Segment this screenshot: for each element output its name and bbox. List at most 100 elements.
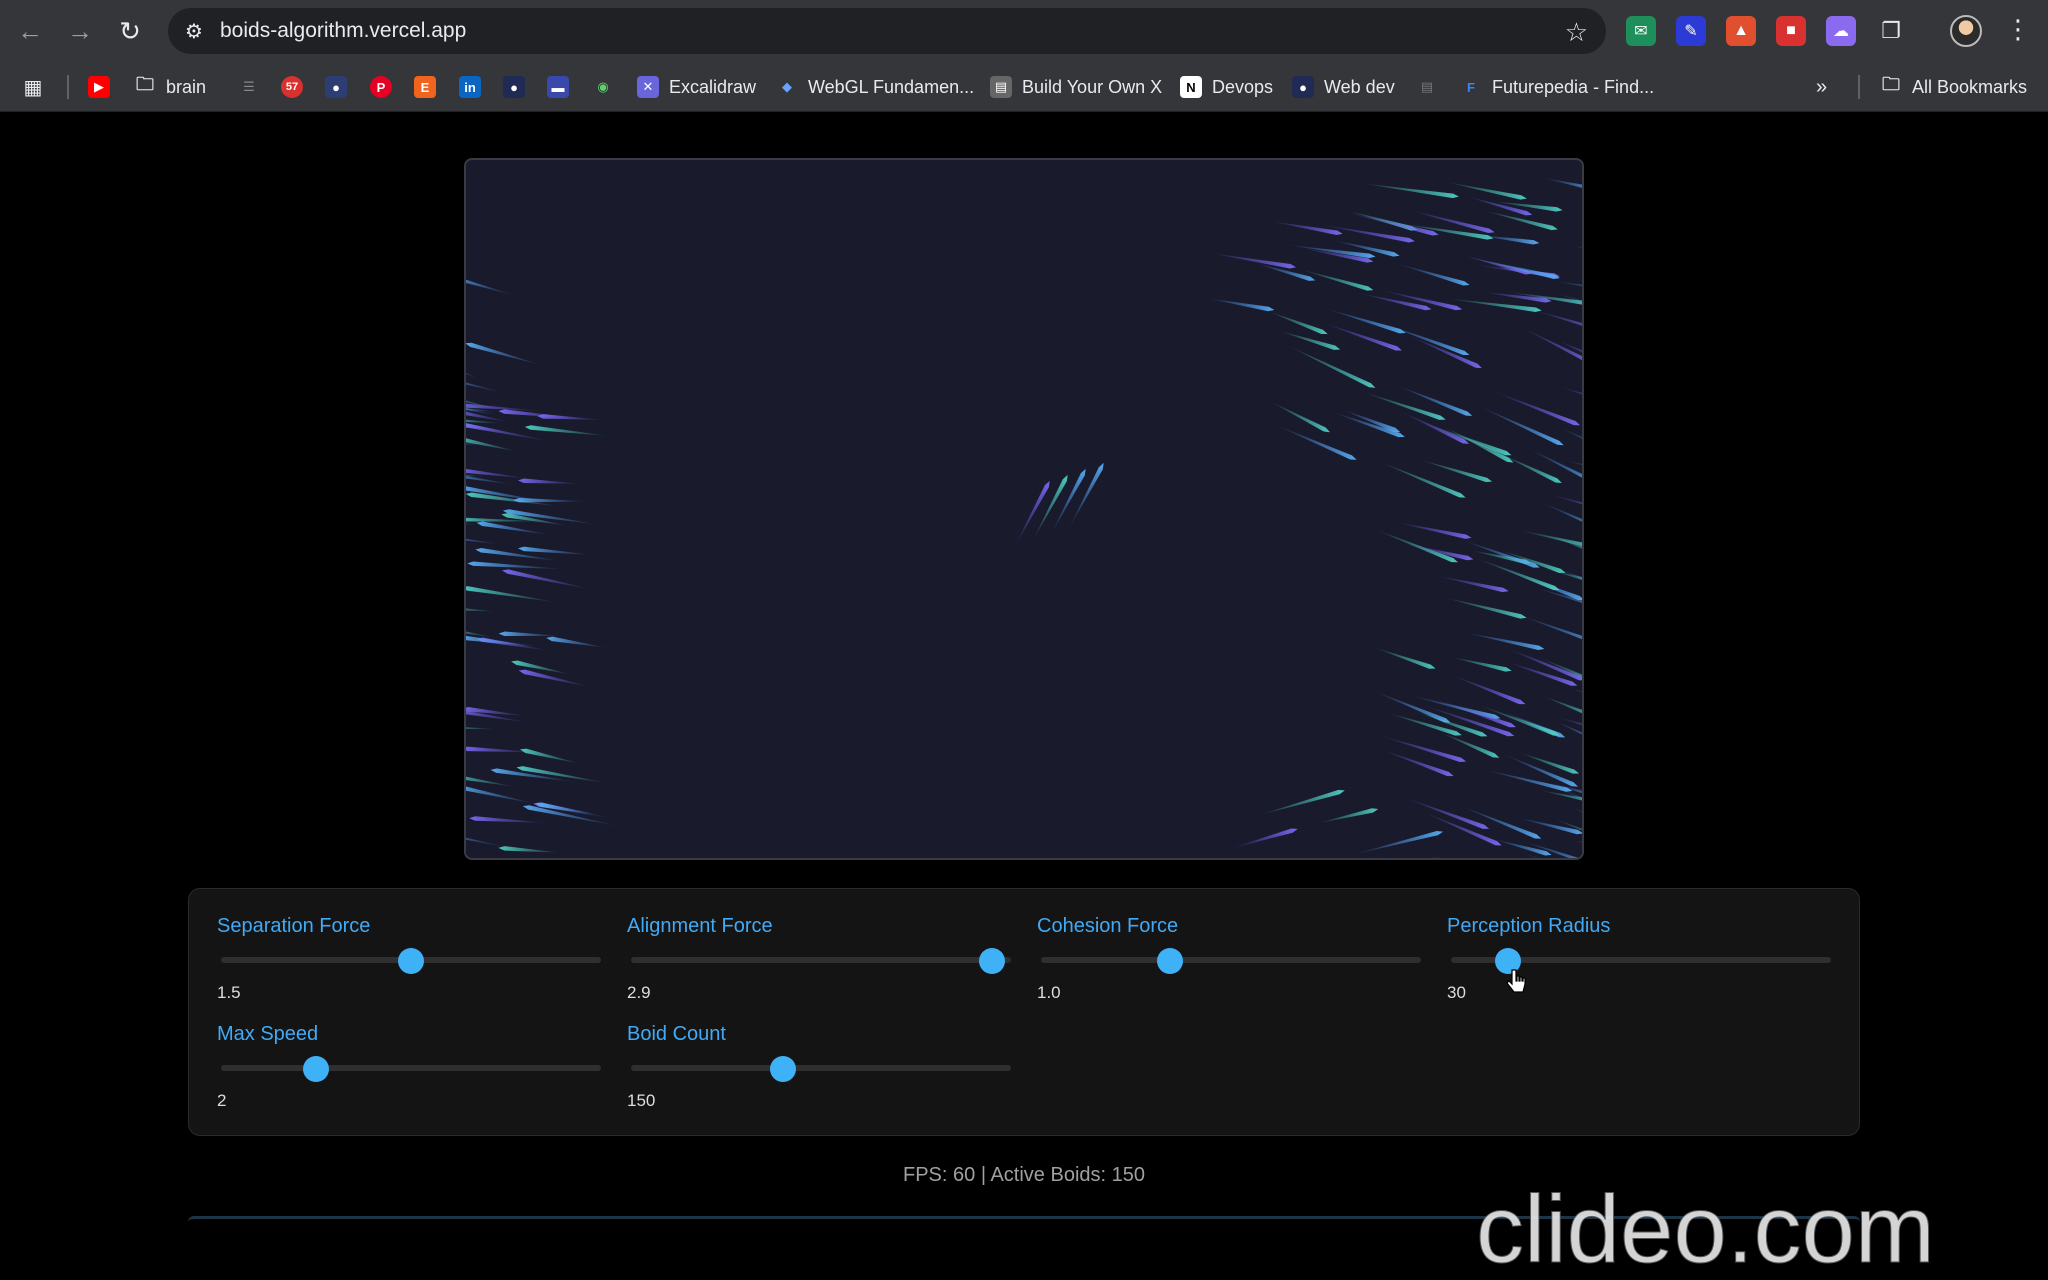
forward-icon[interactable]: →: [60, 11, 100, 51]
boid: [1499, 453, 1562, 484]
linkedin-bookmark[interactable]: in: [459, 72, 481, 102]
perception-radius-value: 30: [1447, 983, 1466, 1002]
boid: [546, 636, 608, 648]
perception-radius-label: Perception Radius: [1447, 915, 1611, 937]
boid: [1420, 810, 1502, 846]
bookmark-label: Futurepedia - Find...: [1492, 76, 1655, 97]
mail-extension-icon[interactable]: ✉: [1626, 16, 1656, 46]
alignment-force-slider-thumb[interactable]: [979, 948, 1005, 974]
alignment-force-slider[interactable]: [631, 957, 1011, 963]
boid: [1368, 855, 1453, 858]
bookmarks-bar: ▦ ▶ 🗀 brain ☰ 57 ● P E in ● ▬ ◉ ✕ Excalidr…: [0, 62, 2048, 112]
cloud-extension-icon[interactable]: ☁: [1826, 16, 1856, 46]
boid: [466, 826, 510, 848]
extensions-puzzle-icon[interactable]: ❐: [1876, 16, 1906, 46]
hand-cursor-icon: [1506, 969, 1526, 993]
boid: [1428, 855, 1493, 858]
lock-extension-icon[interactable]: ■: [1776, 16, 1806, 46]
bookmark-icon-57[interactable]: 57: [281, 72, 303, 102]
boid: [466, 379, 468, 406]
bookmark-icon-tab[interactable]: ▬: [547, 72, 569, 102]
separation-force-slider-thumb[interactable]: [398, 948, 424, 974]
boid: [537, 414, 605, 421]
bookmark-excalidraw[interactable]: ✕ Excalidraw: [637, 72, 756, 102]
boid: [1449, 656, 1512, 672]
etsy-bookmark[interactable]: E: [414, 72, 436, 102]
boid: [1273, 424, 1357, 460]
profile-avatar[interactable]: [1950, 15, 1982, 47]
back-icon[interactable]: ←: [10, 11, 50, 51]
max-speed-slider-thumb[interactable]: [303, 1056, 329, 1082]
boid: [517, 546, 594, 555]
youtube-bookmark[interactable]: ▶: [88, 72, 110, 102]
separation-force-value: 1.5: [217, 983, 241, 1002]
max-speed-label: Max Speed: [217, 1023, 319, 1045]
boid: [1206, 252, 1297, 269]
url-text[interactable]: boids-algorithm.vercel.app: [220, 19, 466, 43]
bookmark-label: Build Your Own X: [1022, 76, 1163, 97]
boid: [1501, 646, 1582, 681]
pen-extension-icon[interactable]: ✎: [1676, 16, 1706, 46]
bookmark-label: Web dev: [1324, 76, 1395, 97]
boid-count-slider-thumb[interactable]: [770, 1056, 796, 1082]
boids-canvas[interactable]: [464, 158, 1584, 860]
cohesion-force-slider-thumb[interactable]: [1157, 948, 1184, 974]
apps-grid-icon[interactable]: ▦: [22, 72, 44, 102]
bookmark-folder-brain[interactable]: 🗀 brain: [134, 72, 206, 102]
bookmark-web-dev[interactable]: ● Web dev: [1292, 72, 1395, 102]
bookmark-icon-avatar[interactable]: ●: [325, 72, 347, 102]
boid: [1323, 307, 1406, 334]
boid: [466, 773, 516, 787]
boid: [466, 342, 544, 366]
boid: [1570, 430, 1582, 465]
bookmark-label: All Bookmarks: [1912, 76, 2028, 97]
max-speed-value: 2: [217, 1091, 227, 1110]
page-icon: ▤: [990, 76, 1012, 98]
boid: [1460, 539, 1540, 568]
boid: [1229, 828, 1298, 849]
bookmark-devops[interactable]: N Devops: [1180, 72, 1273, 102]
boid-count-label: Boid Count: [627, 1023, 726, 1045]
boid: [1277, 330, 1341, 350]
boid: [1449, 674, 1526, 705]
bookmark-label: brain: [166, 76, 207, 97]
controls-panel: Separation Force 1.5 Alignment Force 2.9…: [188, 888, 1860, 1136]
cohesion-force-slider[interactable]: [1041, 957, 1421, 963]
boid: [1517, 529, 1582, 550]
boid: [1542, 177, 1582, 192]
boid: [1380, 749, 1454, 777]
fox-extension-icon[interactable]: ▲: [1726, 16, 1756, 46]
more-bookmarks-chevron-icon[interactable]: »: [1816, 72, 1827, 102]
bookmark-futurepedia[interactable]: F Futurepedia - Find...: [1460, 72, 1654, 102]
boid-count-slider[interactable]: [631, 1065, 1011, 1071]
boid: [522, 805, 620, 827]
pinterest-bookmark[interactable]: P: [370, 72, 392, 102]
boid: [1268, 220, 1343, 235]
boid: [1539, 501, 1582, 535]
max-speed-slider[interactable]: [221, 1065, 601, 1071]
boid: [1417, 459, 1493, 483]
boid: [466, 604, 497, 612]
boid-count-value: 150: [627, 1091, 656, 1110]
bookmark-icon-chat[interactable]: ◉: [592, 72, 614, 102]
bookmark-star-icon[interactable]: ☆: [1565, 17, 1588, 48]
site-settings-icon[interactable]: ⚙: [172, 8, 216, 54]
boid: [498, 409, 582, 419]
boid: [1393, 521, 1472, 539]
boid: [1358, 183, 1459, 199]
all-bookmarks-folder[interactable]: 🗀 All Bookmarks: [1880, 72, 2027, 102]
bookmark-webgl[interactable]: ◆ WebGL Fundamen...: [776, 72, 974, 102]
menu-dots-icon[interactable]: ⋮: [2003, 14, 2033, 45]
address-bar[interactable]: ⚙ boids-algorithm.vercel.app ☆: [168, 8, 1606, 54]
notion-icon: N: [1180, 76, 1202, 98]
bookmark-icon-1[interactable]: ☰: [238, 72, 260, 102]
boid: [519, 748, 581, 764]
boid: [1477, 704, 1560, 736]
avatar-icon: ●: [1292, 76, 1314, 98]
max-speed-control: Max Speed 2: [217, 1023, 603, 1113]
bookmark-icon-person[interactable]: ●: [503, 72, 525, 102]
bookmark-icon-page[interactable]: ▤: [1416, 72, 1438, 102]
bookmark-build-your-own-x[interactable]: ▤ Build Your Own X: [990, 72, 1162, 102]
boid: [1464, 256, 1560, 279]
reload-icon[interactable]: ↻: [110, 11, 150, 51]
